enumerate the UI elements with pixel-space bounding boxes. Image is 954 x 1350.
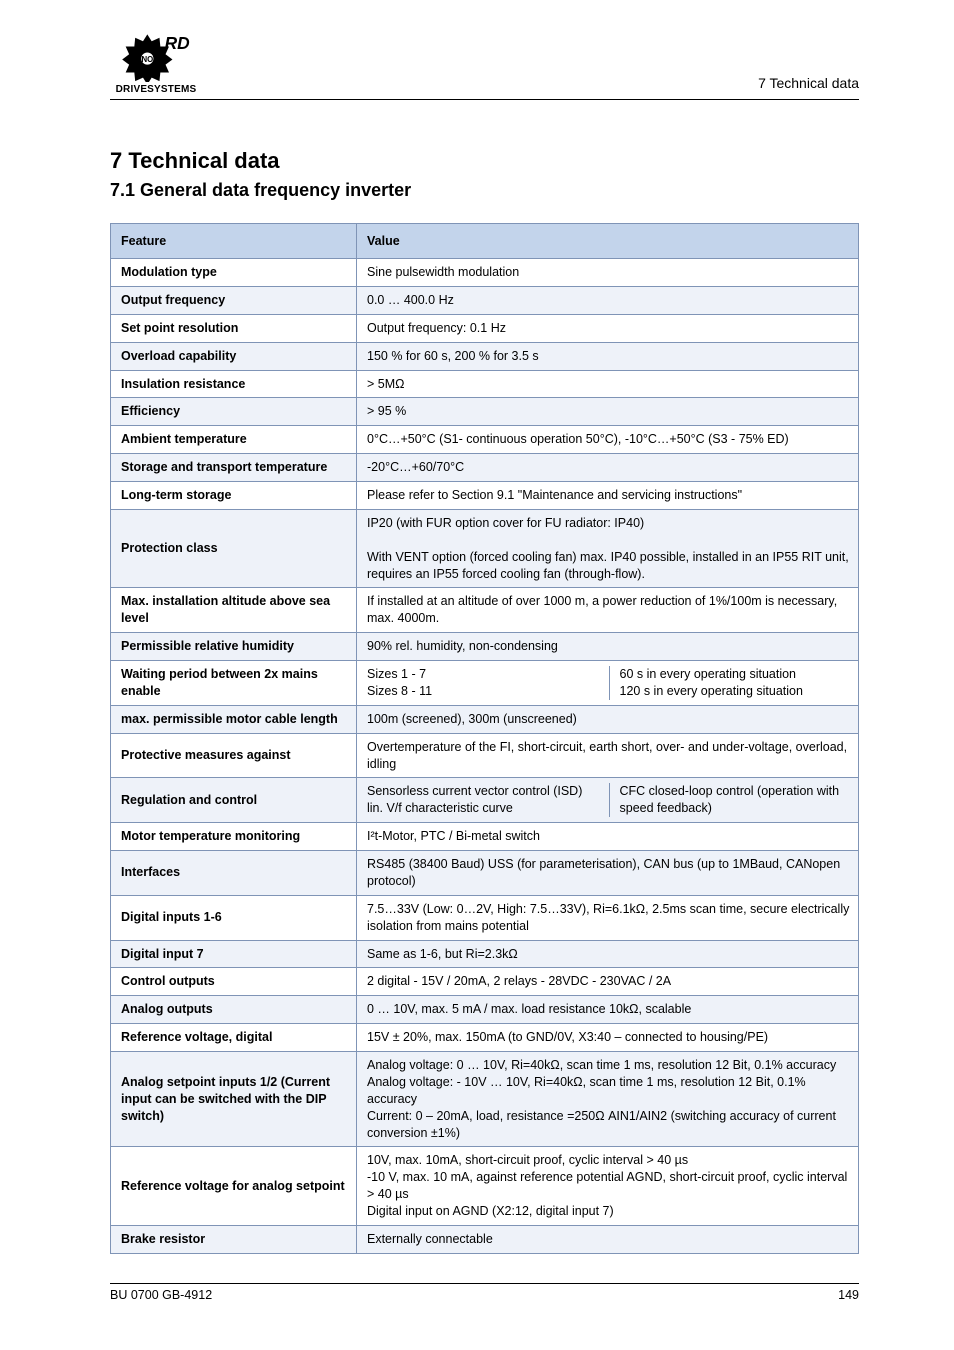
- row-value: I²t-Motor, PTC / Bi-metal switch: [357, 823, 859, 851]
- table-row: Regulation and controlSensorless current…: [111, 778, 859, 823]
- row-value: Externally connectable: [357, 1225, 859, 1253]
- table-row: Permissible relative humidity90% rel. hu…: [111, 633, 859, 661]
- row-label: Protection class: [111, 509, 357, 588]
- row-value: Analog voltage: 0 … 10V, Ri=40kΩ, scan t…: [357, 1052, 859, 1147]
- row-label: Efficiency: [111, 398, 357, 426]
- table-row: Ambient temperature0°C…+50°C (S1- contin…: [111, 426, 859, 454]
- table-row: Set point resolutionOutput frequency: 0.…: [111, 314, 859, 342]
- table-row: Modulation typeSine pulsewidth modulatio…: [111, 259, 859, 287]
- header-section-label: 7 Technical data: [758, 75, 859, 91]
- table-row: Efficiency> 95 %: [111, 398, 859, 426]
- row-label: Brake resistor: [111, 1225, 357, 1253]
- table-row: Motor temperature monitoringI²t-Motor, P…: [111, 823, 859, 851]
- row-label: Interfaces: [111, 851, 357, 896]
- row-value: 15V ± 20%, max. 150mA (to GND/0V, X3:40 …: [357, 1024, 859, 1052]
- row-value: -20°C…+60/70°C: [357, 454, 859, 482]
- table-row: Output frequency0.0 … 400.0 Hz: [111, 286, 859, 314]
- row-value: Same as 1-6, but Ri=2.3kΩ: [357, 940, 859, 968]
- row-label: Storage and transport temperature: [111, 454, 357, 482]
- row-label: Reference voltage, digital: [111, 1024, 357, 1052]
- row-label: max. permissible motor cable length: [111, 705, 357, 733]
- table-row: max. permissible motor cable length100m …: [111, 705, 859, 733]
- row-value: 0.0 … 400.0 Hz: [357, 286, 859, 314]
- row-label: Motor temperature monitoring: [111, 823, 357, 851]
- row-value: 2 digital - 15V / 20mA, 2 relays - 28VDC…: [357, 968, 859, 996]
- table-row: Overload capability150 % for 60 s, 200 %…: [111, 342, 859, 370]
- row-label: Reference voltage for analog setpoint: [111, 1147, 357, 1226]
- row-label: Digital inputs 1-6: [111, 895, 357, 940]
- row-value: 7.5…33V (Low: 0…2V, High: 7.5…33V), Ri=6…: [357, 895, 859, 940]
- table-row: Control outputs2 digital - 15V / 20mA, 2…: [111, 968, 859, 996]
- row-label: Analog setpoint inputs 1/2 (Current inpu…: [111, 1052, 357, 1147]
- row-value: IP20 (with FUR option cover for FU radia…: [357, 509, 859, 588]
- table-row: Storage and transport temperature-20°C…+…: [111, 454, 859, 482]
- table-row: Waiting period between 2x mains enableSi…: [111, 661, 859, 706]
- svg-text:NO: NO: [141, 55, 153, 64]
- table-row: Analog outputs0 … 10V, max. 5 mA / max. …: [111, 996, 859, 1024]
- row-value: > 95 %: [357, 398, 859, 426]
- th-feature: Feature: [111, 224, 357, 259]
- table-row: Brake resistorExternally connectable: [111, 1225, 859, 1253]
- logo-word: RD: [165, 33, 191, 53]
- row-value: 0°C…+50°C (S1- continuous operation 50°C…: [357, 426, 859, 454]
- row-label: Control outputs: [111, 968, 357, 996]
- gear-logo-icon: NO RD: [112, 30, 200, 82]
- row-label: Long-term storage: [111, 482, 357, 510]
- row-value: > 5MΩ: [357, 370, 859, 398]
- row-label: Set point resolution: [111, 314, 357, 342]
- section-heading-2: 7.1 General data frequency inverter: [110, 180, 859, 201]
- row-label: Regulation and control: [111, 778, 357, 823]
- row-value: 90% rel. humidity, non-condensing: [357, 633, 859, 661]
- row-value: Please refer to Section 9.1 "Maintenance…: [357, 482, 859, 510]
- footer-doc-id: BU 0700 GB-4912: [110, 1288, 212, 1302]
- row-label: Insulation resistance: [111, 370, 357, 398]
- row-label: Protective measures against: [111, 733, 357, 778]
- row-value: Sizes 1 - 7 Sizes 8 - 1160 s in every op…: [357, 661, 859, 706]
- row-label: Max. installation altitude above sea lev…: [111, 588, 357, 633]
- row-value: 150 % for 60 s, 200 % for 3.5 s: [357, 342, 859, 370]
- table-row: Insulation resistance> 5MΩ: [111, 370, 859, 398]
- section-heading-1: 7 Technical data: [110, 148, 859, 174]
- page-header: NO RD DRIVESYSTEMS 7 Technical data: [110, 30, 859, 100]
- row-label: Digital input 7: [111, 940, 357, 968]
- row-value: 0 … 10V, max. 5 mA / max. load resistanc…: [357, 996, 859, 1024]
- table-row: Digital input 7Same as 1-6, but Ri=2.3kΩ: [111, 940, 859, 968]
- table-row: Protective measures againstOvertemperatu…: [111, 733, 859, 778]
- table-row: Analog setpoint inputs 1/2 (Current inpu…: [111, 1052, 859, 1147]
- row-value: Sensorless current vector control (ISD) …: [357, 778, 859, 823]
- brand-logo: NO RD DRIVESYSTEMS: [110, 30, 202, 95]
- row-value: 100m (screened), 300m (unscreened): [357, 705, 859, 733]
- table-row: Reference voltage, digital15V ± 20%, max…: [111, 1024, 859, 1052]
- row-value: Output frequency: 0.1 Hz: [357, 314, 859, 342]
- page-footer: BU 0700 GB-4912 149: [110, 1283, 859, 1302]
- row-value: If installed at an altitude of over 1000…: [357, 588, 859, 633]
- footer-page-no: 149: [838, 1288, 859, 1302]
- row-label: Analog outputs: [111, 996, 357, 1024]
- row-label: Permissible relative humidity: [111, 633, 357, 661]
- logo-subtext: DRIVESYSTEMS: [116, 84, 197, 95]
- row-value: 10V, max. 10mA, short-circuit proof, cyc…: [357, 1147, 859, 1226]
- row-value: RS485 (38400 Baud) USS (for parameterisa…: [357, 851, 859, 896]
- tech-data-table: Feature Value Modulation typeSine pulsew…: [110, 223, 859, 1254]
- table-row: Protection classIP20 (with FUR option co…: [111, 509, 859, 588]
- table-row: Long-term storagePlease refer to Section…: [111, 482, 859, 510]
- table-row: Max. installation altitude above sea lev…: [111, 588, 859, 633]
- row-label: Waiting period between 2x mains enable: [111, 661, 357, 706]
- row-label: Modulation type: [111, 259, 357, 287]
- row-value: Sine pulsewidth modulation: [357, 259, 859, 287]
- table-row: Reference voltage for analog setpoint10V…: [111, 1147, 859, 1226]
- row-label: Ambient temperature: [111, 426, 357, 454]
- table-row: InterfacesRS485 (38400 Baud) USS (for pa…: [111, 851, 859, 896]
- th-value: Value: [357, 224, 859, 259]
- row-label: Overload capability: [111, 342, 357, 370]
- table-row: Digital inputs 1-67.5…33V (Low: 0…2V, Hi…: [111, 895, 859, 940]
- row-value: Overtemperature of the FI, short-circuit…: [357, 733, 859, 778]
- row-label: Output frequency: [111, 286, 357, 314]
